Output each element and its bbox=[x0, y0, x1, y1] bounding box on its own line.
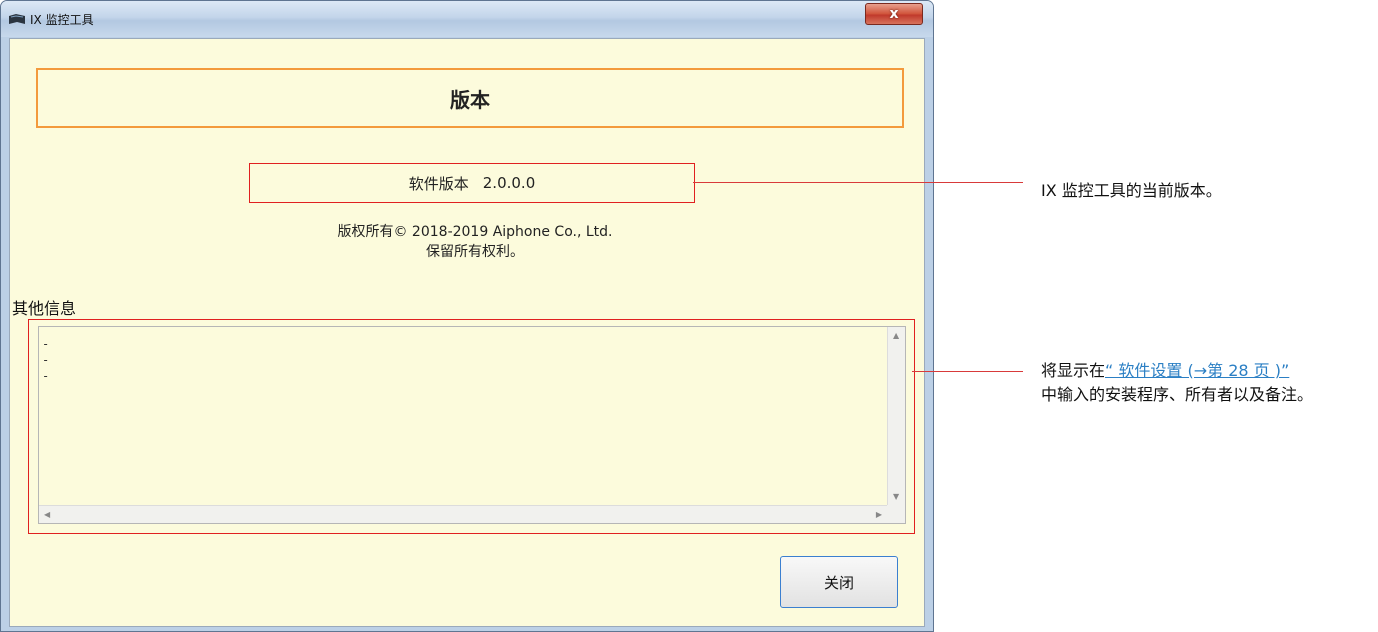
other-info-label: 其他信息 bbox=[12, 299, 77, 318]
info-callout-line bbox=[912, 371, 1023, 372]
copyright-text: 版权所有© 2018-2019 Aiphone Co., Ltd. 保留所有权利… bbox=[210, 222, 740, 262]
app-icon bbox=[9, 14, 25, 24]
scrollbar-corner bbox=[887, 505, 905, 523]
close-dialog-button[interactable]: 关闭 bbox=[780, 556, 898, 608]
copyright-line: 版权所有© 2018-2019 Aiphone Co., Ltd. bbox=[337, 224, 613, 240]
info-annotation-prefix: 将显示在 bbox=[1041, 361, 1106, 380]
scroll-right-icon[interactable]: ▶ bbox=[876, 510, 882, 519]
dialog-header: 版本 bbox=[36, 68, 904, 128]
dialog-header-title: 版本 bbox=[450, 87, 490, 112]
window-title: IX 监控工具 bbox=[30, 13, 94, 27]
scroll-up-icon[interactable]: ▲ bbox=[893, 331, 899, 340]
other-info-textarea[interactable]: - - - ▲ ▼ ◀ ▶ bbox=[38, 326, 906, 524]
scroll-down-icon[interactable]: ▼ bbox=[893, 492, 899, 501]
info-annotation: 将显示在“ 软件设置 (→第 28 页 )” 中输入的安装程序、所有者以及备注。 bbox=[1041, 359, 1371, 407]
software-version-box: 软件版本 2.0.0.0 bbox=[249, 163, 695, 203]
software-version-value: 2.0.0.0 bbox=[482, 174, 536, 192]
close-icon: x bbox=[889, 6, 899, 22]
vertical-scrollbar[interactable]: ▲ ▼ bbox=[887, 327, 905, 505]
version-annotation: IX 监控工具的当前版本。 bbox=[1041, 181, 1222, 200]
info-line: - bbox=[42, 369, 50, 383]
version-callout-line bbox=[693, 182, 1023, 183]
dialog-client-area: 版本 软件版本 2.0.0.0 版权所有© 2018-2019 Aiphone … bbox=[9, 38, 925, 627]
software-settings-link[interactable]: “ 软件设置 (→第 28 页 )” bbox=[1105, 361, 1289, 380]
info-line: - bbox=[42, 353, 50, 367]
software-version-label: 软件版本 bbox=[408, 174, 469, 193]
info-line: - bbox=[42, 337, 50, 351]
scroll-left-icon[interactable]: ◀ bbox=[44, 510, 50, 519]
title-bar[interactable]: IX 监控工具 x bbox=[1, 1, 933, 37]
window-close-button[interactable]: x bbox=[865, 3, 923, 25]
monitor-tool-window: IX 监控工具 x 版本 软件版本 2.0.0.0 版权所有© 2018-201… bbox=[0, 0, 934, 632]
info-annotation-suffix: 中输入的安装程序、所有者以及备注。 bbox=[1041, 385, 1314, 404]
rights-reserved-line: 保留所有权利。 bbox=[426, 244, 524, 260]
other-info-content: - - - bbox=[42, 336, 49, 384]
horizontal-scrollbar[interactable]: ◀ ▶ bbox=[39, 505, 887, 523]
